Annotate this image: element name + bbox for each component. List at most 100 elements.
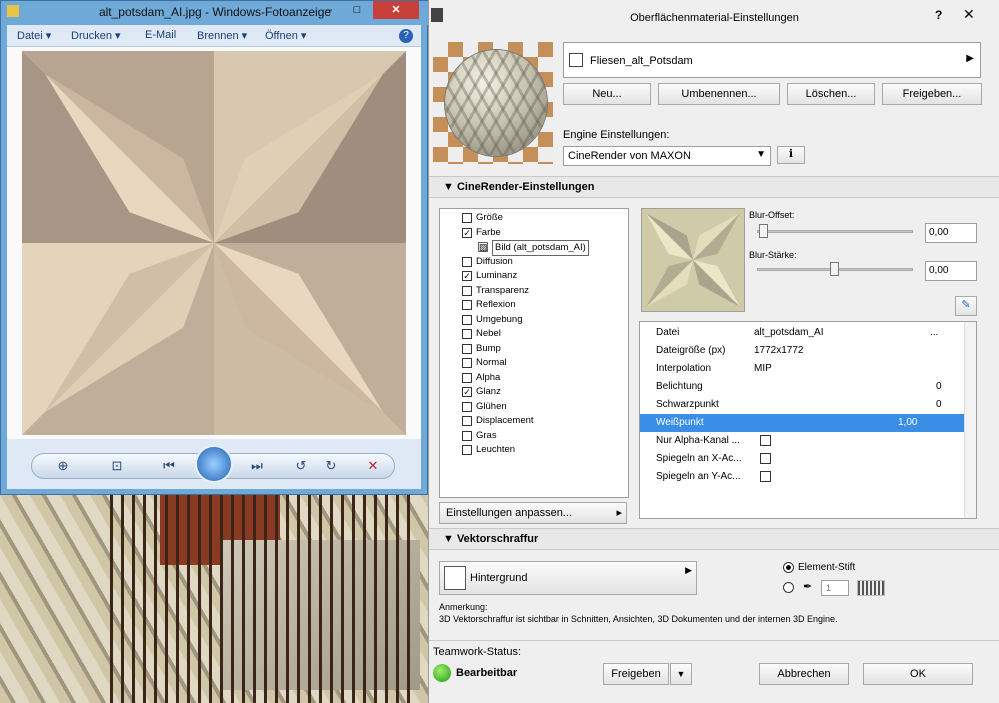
tree-item-label: Leuchten [476,444,516,455]
material-name: Fliesen_alt_Potsdam [590,55,693,67]
background-hatch-button[interactable]: Hintergrund ▶ [439,561,697,595]
tree-item-label: Gras [476,429,497,441]
checkbox[interactable] [462,401,472,412]
texture-thumbnail [642,209,744,311]
property-row[interactable]: Weißpunkt 1,00 [640,414,964,432]
pen-number-field[interactable]: 1 [821,580,849,596]
tree-item-label: Reflexion [476,299,516,310]
blur-offset-thumb[interactable] [759,224,768,238]
property-key: Interpolation [656,363,712,374]
texture-properties-table: Datei alt_potsdam_AI... Dateigröße (px) 177… [639,321,977,519]
material-name-field[interactable]: Fliesen_alt_Potsdam ▶ [563,42,981,78]
property-key: Belichtung [656,381,703,392]
blur-strength-input[interactable]: 0,00 [925,261,977,281]
menu-datei[interactable]: Datei ▾ [17,29,51,42]
menu-brennen[interactable]: Brennen ▾ [197,29,247,42]
tree-item-label: Bump [476,342,501,354]
share-button[interactable]: Freigeben [603,663,669,685]
menu-email[interactable]: E-Mail [145,29,176,41]
checkbox[interactable] [462,430,472,441]
blur-offset-slider[interactable] [757,230,913,233]
help-icon[interactable]: ? [399,29,413,43]
checkbox[interactable] [462,329,472,339]
minimize-button[interactable]: – [315,1,343,19]
blur-offset-input[interactable]: 0,00 [925,223,977,243]
tree-item-label: Glühen [476,400,507,412]
checkbox-checked[interactable]: ✓ [462,271,472,281]
tree-item-label: Farbe [476,226,501,238]
property-row[interactable]: Schwarzpunkt 0 [640,396,964,414]
checkbox-checked[interactable]: ✓ [462,387,472,397]
ok-button[interactable]: OK [863,663,973,685]
close-button[interactable]: ✕ [963,6,975,23]
checkbox[interactable] [462,285,472,296]
checkbox[interactable] [760,453,771,464]
pen-color-swatch[interactable] [857,580,885,596]
checkbox[interactable]: ▨ [478,242,488,252]
menu-oeffnen[interactable]: Öffnen ▾ [265,29,306,42]
property-row[interactable]: Spiegeln an X-Ac... [640,450,964,468]
hatch-swatch [444,566,466,590]
section-cinerender[interactable]: ▼ CineRender-Einstellungen [429,176,999,198]
checkbox[interactable] [462,300,472,310]
zoom-icon[interactable]: ⊕ [52,458,74,474]
rename-button[interactable]: Umbenennen... [658,83,780,105]
new-button[interactable]: Neu... [563,83,651,105]
edit-texture-icon[interactable]: ✎ [955,296,977,316]
tree-item-label: Displacement [476,415,534,426]
property-row[interactable]: Spiegeln an Y-Ac... [640,468,964,486]
checkbox[interactable] [462,445,472,455]
checkbox[interactable] [462,314,472,325]
chevron-down-icon[interactable]: ▼ [670,663,692,685]
delete-button[interactable]: Löschen... [787,83,875,105]
delete-icon[interactable]: ✕ [362,458,384,474]
property-row[interactable]: Dateigröße (px) 1772x1772 [640,342,964,360]
checkbox[interactable] [462,372,472,383]
cancel-button[interactable]: Abbrechen [759,663,849,685]
tree-item-label: Alpha [476,371,501,383]
scrollbar[interactable] [964,322,976,518]
tree-item-label: Glanz [476,386,501,397]
help-button[interactable]: ? [935,8,942,22]
checkbox[interactable] [462,213,472,223]
blur-strength-thumb[interactable] [830,262,839,276]
browse-button[interactable]: ... [930,324,938,342]
checkbox[interactable] [760,435,771,446]
checkbox[interactable] [760,471,771,482]
maximize-button[interactable]: □ [343,1,371,19]
engine-select[interactable]: CineRender von MAXON ▼ [563,146,771,166]
section-vector[interactable]: ▼ Vektorschraffur [429,528,999,550]
adjust-settings-button[interactable]: Einstellungen anpassen... ▸ [439,502,627,524]
property-row[interactable]: Datei alt_potsdam_AI... [640,324,964,342]
rotate-right-icon[interactable]: ↻ [320,458,342,474]
property-row[interactable]: Belichtung 0 [640,378,964,396]
chevron-right-icon: ▶ [685,565,692,575]
property-row[interactable]: Interpolation MIP [640,360,964,378]
property-row[interactable]: Nur Alpha-Kanal ... [640,432,964,450]
material-menu-icon[interactable]: ▶ [966,53,974,64]
material-color-swatch[interactable] [569,53,583,67]
custom-pen-radio[interactable] [783,582,794,593]
prev-icon[interactable]: ⏮ [158,458,180,474]
property-key: Datei [656,327,680,338]
tree-item-label: Nebel [476,328,501,339]
element-pen-radio[interactable] [783,562,794,573]
rotate-left-icon[interactable]: ↺ [290,458,312,474]
close-button[interactable]: ✕ [373,1,419,19]
material-preview [433,42,553,164]
share-material-button[interactable]: Freigeben... [882,83,982,105]
checkbox[interactable] [462,343,472,354]
checkbox-checked[interactable]: ✓ [462,227,472,238]
next-icon[interactable]: ⏭ [246,458,268,474]
fit-icon[interactable]: ⊡ [106,458,128,474]
image-canvas [7,47,421,439]
checkbox[interactable] [462,416,472,426]
tree-item-label: Diffusion [476,255,513,267]
menu-drucken[interactable]: Drucken ▾ [71,29,121,42]
checkbox[interactable] [462,358,472,368]
slideshow-icon[interactable] [195,445,233,483]
checkbox[interactable] [462,256,472,267]
engine-info-button[interactable]: ℹ [777,146,805,164]
expand-icon: ▼ [443,533,457,545]
property-value: 1,00 [898,417,918,428]
